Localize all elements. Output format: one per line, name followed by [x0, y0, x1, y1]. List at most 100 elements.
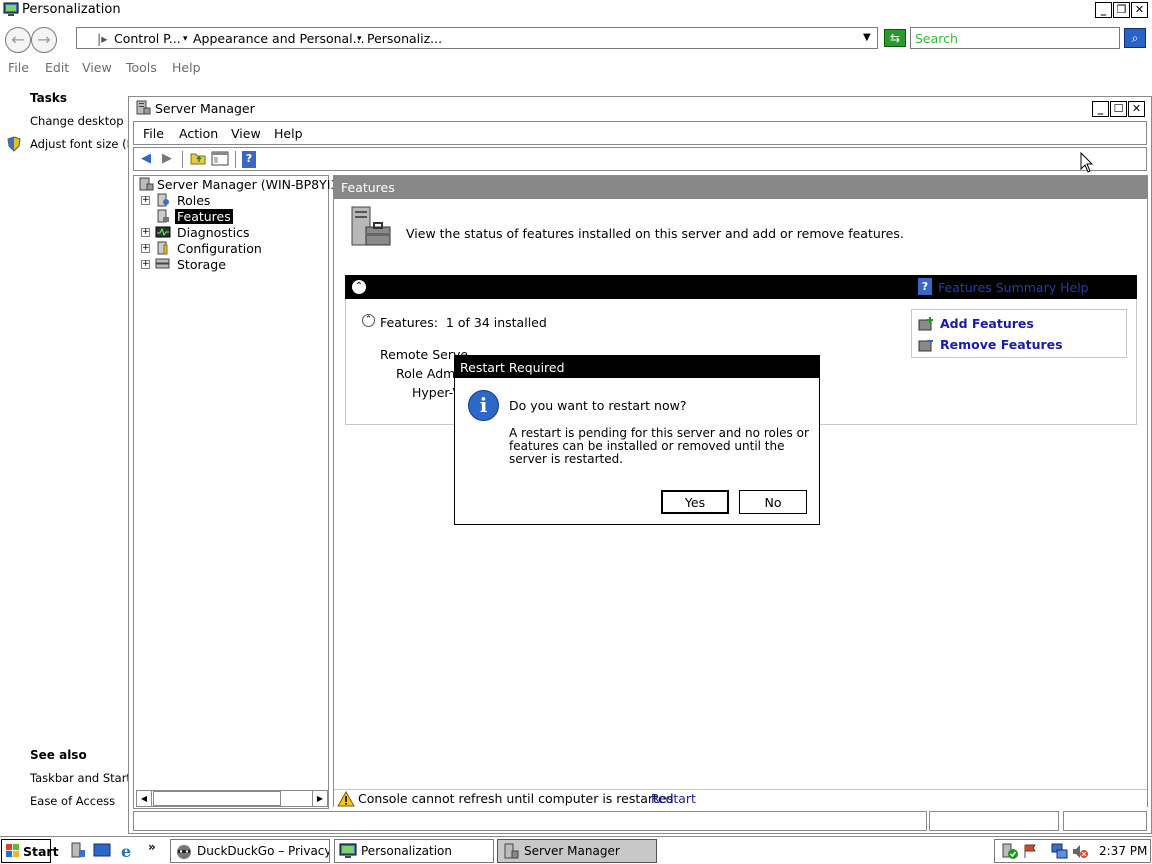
menu-tools[interactable]: Tools [126, 60, 157, 75]
server-check-tray-icon[interactable] [1001, 843, 1019, 860]
remove-features-link[interactable]: Remove Features [940, 337, 1063, 352]
server-manager-title: Server Manager [155, 101, 255, 116]
tree-label-diagnostics: Diagnostics [177, 225, 250, 240]
up-folder-icon[interactable] [189, 151, 207, 168]
sm-close-button[interactable]: ✕ [1128, 101, 1145, 117]
forward-arrow-icon[interactable]: ▶ [158, 151, 176, 168]
expand-icon[interactable]: + [141, 260, 150, 269]
features-summary-help-link[interactable]: Features Summary Help [938, 280, 1089, 295]
dialog-titlebar: Restart Required [455, 356, 819, 378]
toolbar-separator [182, 151, 183, 168]
scroll-thumb[interactable] [153, 791, 281, 806]
minimize-button[interactable]: _ [1095, 2, 1112, 18]
show-desktop-icon[interactable] [93, 842, 111, 859]
restart-required-dialog: Restart Required i Do you want to restar… [454, 355, 820, 525]
refresh-warning-text: Console cannot refresh until computer is… [358, 791, 674, 806]
back-button[interactable]: ← [5, 27, 31, 53]
task-change-desktop-icons[interactable]: Change desktop icons [30, 114, 130, 128]
chevron-down-icon[interactable]: ▾ [183, 34, 188, 44]
network-icon[interactable] [1051, 843, 1069, 860]
close-button[interactable]: ✕ [1131, 2, 1148, 18]
server-manager-toolbar: ◀ ▶ ? [133, 147, 1147, 171]
storage-icon [155, 257, 171, 272]
breadcrumb-separator: |▸ [97, 31, 108, 46]
info-icon: i [468, 390, 499, 421]
sm-minimize-button[interactable]: _ [1092, 101, 1109, 117]
menu-view[interactable]: View [82, 60, 112, 75]
show-hide-console-tree-icon[interactable] [211, 151, 229, 168]
menu-help[interactable]: Help [172, 60, 201, 75]
task-personalization[interactable]: Personalization [334, 839, 494, 863]
task-duckduckgo[interactable]: DuckDuckGo – Privacy, ... [170, 839, 330, 863]
volume-muted-icon[interactable] [1071, 843, 1089, 860]
features-intro-text: View the status of features installed on… [406, 226, 904, 241]
dialog-message: A restart is pending for this server and… [509, 426, 809, 466]
status-cell [1063, 811, 1147, 831]
yes-button[interactable]: Yes [661, 490, 729, 514]
tasks-heading: Tasks [30, 91, 68, 105]
server-manager-quicklaunch-icon[interactable] [69, 842, 87, 859]
warning-icon [337, 790, 355, 807]
collapse-up-icon[interactable]: ⌃ [352, 280, 366, 294]
help-icon[interactable]: ? [242, 151, 256, 168]
see-also-ease-of-access[interactable]: Ease of Access [30, 794, 130, 808]
chevron-down-icon[interactable]: ▾ [357, 34, 362, 44]
task-adjust-font-size[interactable]: Adjust font size (DPI) [30, 137, 130, 151]
features-summary-bar: ⌃ ? Features Summary Help [345, 275, 1137, 299]
expand-icon[interactable]: + [141, 228, 150, 237]
server-manager-menubar: File Action View Help [133, 121, 1147, 145]
personalization-titlebar: Personalization _ ❐ ✕ [0, 0, 1152, 20]
clock[interactable]: 2:37 PM [1099, 844, 1147, 858]
personalization-title: Personalization [22, 2, 121, 17]
scroll-left-icon[interactable]: ◀ [137, 791, 152, 806]
menu-edit[interactable]: Edit [45, 60, 69, 75]
forward-button[interactable]: → [31, 27, 57, 53]
address-dropdown-icon[interactable]: ▼ [863, 32, 871, 43]
expand-icon[interactable]: + [141, 196, 150, 205]
tree-label-storage: Storage [177, 257, 226, 272]
windows-logo-icon [5, 843, 21, 859]
sm-menu-file[interactable]: File [143, 126, 164, 141]
server-manager-icon [135, 100, 151, 116]
breadcrumb-appearance[interactable]: Appearance and Personal... [193, 31, 365, 46]
start-button[interactable]: Start [1, 839, 59, 863]
breadcrumb-personalization[interactable]: Personaliz... [367, 31, 442, 46]
collapse-up-icon[interactable]: ⌃ [362, 314, 375, 327]
toolbar-separator [235, 151, 236, 168]
restore-button[interactable]: ❐ [1113, 2, 1130, 18]
menu-file[interactable]: File [8, 60, 29, 75]
sm-maximize-button[interactable]: ☐ [1110, 101, 1127, 117]
see-also-heading: See also [30, 748, 87, 762]
features-installed-summary: Features: 1 of 34 installed [380, 315, 547, 330]
shield-icon [6, 136, 22, 152]
back-arrow-icon[interactable]: ◀ [137, 151, 155, 168]
diagnostics-icon [155, 225, 171, 240]
see-also-taskbar[interactable]: Taskbar and Start Menu [30, 771, 130, 785]
internet-explorer-icon[interactable]: e [119, 842, 137, 861]
add-features-link[interactable]: Add Features [940, 316, 1034, 331]
sm-menu-help[interactable]: Help [274, 126, 303, 141]
console-tree: Server Manager (WIN-BP8YI3 + Roles Featu… [133, 175, 338, 809]
features-summary-count: 1 of 34 installed [445, 315, 547, 330]
raccoon-browser-icon [175, 843, 193, 860]
task-server-manager[interactable]: Server Manager [497, 839, 657, 863]
breadcrumb-control-panel[interactable]: Control P... [114, 31, 181, 46]
svg-text:e: e [121, 842, 131, 859]
dialog-title: Restart Required [460, 360, 565, 375]
tree-label-features: Features [175, 209, 233, 224]
action-center-icon[interactable] [1021, 843, 1039, 860]
quicklaunch-more-icon[interactable]: » [148, 840, 156, 854]
sm-menu-action[interactable]: Action [179, 126, 218, 141]
task-label: Server Manager [524, 844, 620, 858]
scroll-right-icon[interactable]: ▶ [312, 791, 327, 806]
search-icon[interactable]: ⌕ [1124, 28, 1146, 48]
search-input[interactable]: Search [910, 27, 1120, 49]
sm-menu-view[interactable]: View [231, 126, 261, 141]
restart-link[interactable]: Restart [651, 791, 696, 806]
remove-features-icon [918, 337, 935, 352]
tree-horizontal-scrollbar[interactable]: ◀ ▶ [136, 790, 328, 807]
expand-icon[interactable]: + [141, 244, 150, 253]
address-bar[interactable]: |▸ Control P... ▾ Appearance and Persona… [76, 27, 878, 49]
refresh-go-button[interactable]: ⇆ [884, 29, 906, 47]
no-button[interactable]: No [739, 490, 807, 514]
